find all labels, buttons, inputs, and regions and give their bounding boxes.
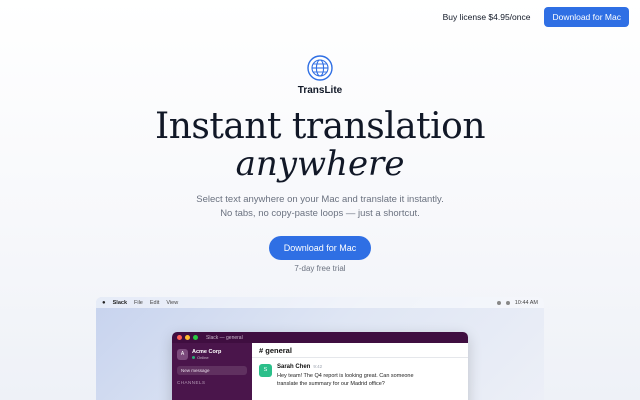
channels-heading: CHANNELS	[177, 380, 206, 385]
menubar-app-name: Slack	[112, 299, 127, 306]
message: S Sarah Chen 9:42 Hey team! The Q4 report…	[252, 358, 468, 394]
menubar-status: 10:44 AM	[496, 299, 538, 306]
trial-note: 7-day free trial	[294, 264, 346, 273]
zoom-dot-icon	[193, 335, 198, 340]
slack-main-pane: # general S Sarah Chen 9:42 Hey team! The…	[252, 343, 468, 400]
subtitle-line-1: Select text anywhere on your Mac and tra…	[196, 194, 444, 205]
workspace: A Acme Corp Online	[177, 349, 247, 360]
hero-headline: Instant translation anywhere	[0, 106, 640, 184]
message-author-line: Sarah Chen 9:42	[277, 364, 414, 370]
workspace-avatar: A	[177, 349, 188, 360]
apple-icon: ●	[102, 299, 106, 306]
mac-desktop-preview: ● Slack File Edit View 10:44 AM Slack — …	[96, 297, 544, 400]
brand-name: TransLite	[297, 85, 343, 96]
nav-download-button[interactable]: Download for Mac	[544, 7, 629, 27]
buy-license-link[interactable]: Buy license $4.95/once	[443, 12, 531, 22]
slack-window: Slack — general A Acme Corp Online New m…	[172, 332, 468, 400]
message-avatar: S	[259, 364, 272, 377]
menubar-clock: 10:44 AM	[514, 299, 538, 306]
message-time: 9:42	[313, 364, 323, 369]
slack-sidebar: A Acme Corp Online New message CHANNELS	[172, 343, 252, 400]
brand-block: TransLite	[0, 55, 640, 96]
minimize-dot-icon	[185, 335, 190, 340]
hero-download-button[interactable]: Download for Mac	[269, 236, 371, 260]
new-message-button: New message	[177, 366, 247, 375]
message-text-1: Hey team! The Q4 report is looking great…	[277, 373, 414, 379]
message-text-2: translate the summary for our Madrid off…	[277, 381, 385, 387]
menubar-edit: Edit	[149, 299, 160, 306]
wifi-icon	[505, 300, 510, 305]
subtitle-line-2: No tabs, no copy-paste loops — just a sh…	[220, 208, 420, 219]
headline-line-1: Instant translation	[154, 106, 486, 147]
hero-subtitle: Select text anywhere on your Mac and tra…	[0, 193, 640, 221]
close-dot-icon	[177, 335, 182, 340]
status-icon	[496, 300, 501, 305]
menubar-file: File	[134, 299, 143, 306]
menubar-view: View	[166, 299, 179, 306]
window-title: Slack — general	[206, 334, 243, 341]
window-titlebar: Slack — general	[172, 332, 468, 343]
channel-header: # general	[252, 343, 468, 358]
globe-icon	[307, 55, 333, 81]
mac-menubar: ● Slack File Edit View 10:44 AM	[96, 297, 544, 308]
top-nav: Buy license $4.95/once Download for Mac	[443, 7, 629, 27]
workspace-status: Online	[192, 355, 221, 360]
headline-line-2: anywhere	[235, 144, 405, 184]
message-author: Sarah Chen	[277, 364, 311, 370]
